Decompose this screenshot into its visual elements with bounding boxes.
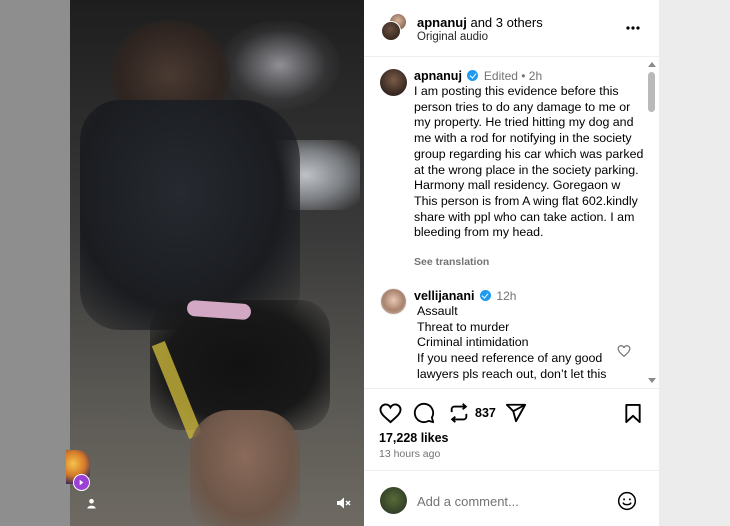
- scroll-up-arrow[interactable]: [648, 62, 656, 67]
- video-person-torso: [80, 100, 300, 330]
- video-light-glare: [220, 20, 340, 110]
- repost-icon[interactable]: [447, 401, 471, 425]
- comment-line: Threat to murder: [417, 319, 510, 334]
- post-header: apnanuj and 3 others Original audio: [364, 0, 659, 57]
- post-time[interactable]: 13 hours ago: [379, 448, 440, 460]
- collab-avatar-front[interactable]: [381, 21, 401, 41]
- header-collab-text[interactable]: and 3 others: [470, 15, 542, 30]
- more-options-icon[interactable]: [625, 20, 641, 36]
- caption-username[interactable]: apnanuj: [414, 69, 462, 83]
- backdrop-left: [0, 0, 70, 526]
- comment-time: 12h: [496, 289, 517, 303]
- heart-icon[interactable]: [378, 401, 402, 425]
- like-comment-icon[interactable]: [617, 344, 631, 358]
- caption-text: I am posting this evidence before this p…: [414, 84, 644, 240]
- comments-scrollbar[interactable]: [647, 60, 656, 386]
- comment-line: If you need reference of any good lawyer…: [417, 351, 607, 381]
- emoji-icon[interactable]: [616, 490, 638, 512]
- caption-avatar[interactable]: [380, 69, 407, 96]
- header-username[interactable]: apnanuj: [417, 15, 467, 30]
- comment-avatar[interactable]: [380, 288, 407, 315]
- see-translation-link[interactable]: See translation: [414, 256, 489, 268]
- person-icon[interactable]: [84, 496, 98, 510]
- video-person-leg: [190, 410, 300, 526]
- header-usernames[interactable]: apnanuj and 3 others: [417, 15, 543, 30]
- save-icon[interactable]: [621, 401, 645, 425]
- action-bar: 837 17,228 likes 13 hours ago: [364, 388, 659, 466]
- backdrop-right: [659, 0, 730, 526]
- comment-header: vellijanani 12h: [414, 289, 516, 303]
- header-audio[interactable]: Original audio: [417, 31, 488, 43]
- comment-text: Assault Threat to murder Criminal intimi…: [417, 304, 607, 383]
- add-comment-bar: [364, 470, 659, 526]
- comments-list[interactable]: apnanuj Edited • 2h I am posting this ev…: [364, 57, 659, 388]
- collab-badge-icon[interactable]: [73, 474, 90, 491]
- caption-header: apnanuj Edited • 2h: [414, 69, 542, 83]
- caption-meta: Edited • 2h: [483, 69, 543, 83]
- repost-count: 837: [475, 406, 496, 420]
- post-panel: apnanuj and 3 others Original audio apna…: [364, 0, 659, 526]
- verified-icon: [467, 70, 479, 81]
- comment-icon[interactable]: [412, 401, 436, 425]
- mute-icon[interactable]: [334, 494, 352, 512]
- likes-count[interactable]: 17,228 likes: [379, 431, 449, 445]
- comment-username[interactable]: vellijanani: [414, 289, 474, 303]
- comment-line: Criminal intimidation: [417, 335, 529, 350]
- share-icon[interactable]: [504, 401, 528, 425]
- scroll-thumb[interactable]: [648, 72, 655, 112]
- current-user-avatar: [380, 487, 407, 514]
- comment-input[interactable]: [417, 491, 607, 511]
- scroll-down-arrow[interactable]: [648, 378, 656, 383]
- comment-line: Assault: [417, 304, 458, 318]
- verified-icon: [479, 290, 491, 301]
- reel-video[interactable]: [70, 0, 364, 526]
